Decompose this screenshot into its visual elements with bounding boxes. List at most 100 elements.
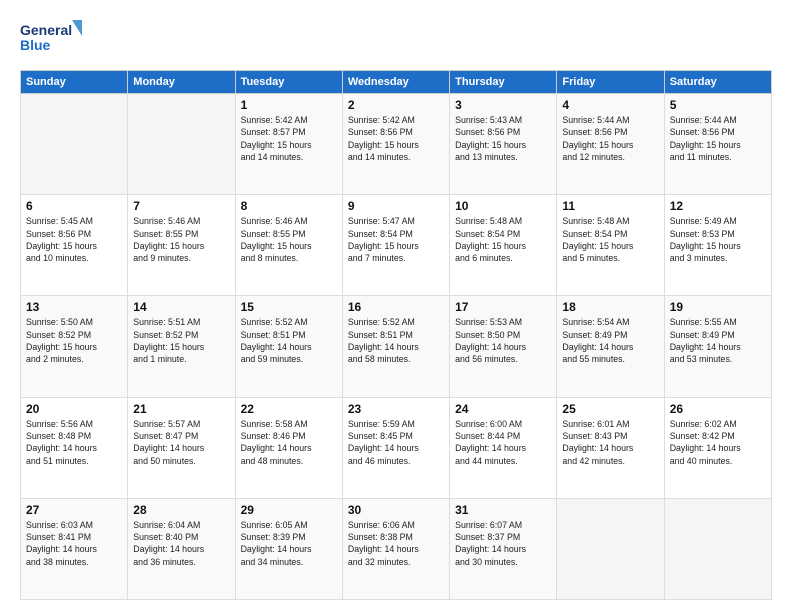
day-cell: 4 Sunrise: 5:44 AMSunset: 8:56 PMDaylight… xyxy=(557,94,664,195)
day-cell: 31 Sunrise: 6:07 AMSunset: 8:37 PMDayligh… xyxy=(450,498,557,599)
day-info: Sunrise: 5:45 AMSunset: 8:56 PMDaylight:… xyxy=(26,215,122,264)
day-number: 21 xyxy=(133,402,229,416)
day-cell: 12 Sunrise: 5:49 AMSunset: 8:53 PMDayligh… xyxy=(664,195,771,296)
day-cell: 20 Sunrise: 5:56 AMSunset: 8:48 PMDayligh… xyxy=(21,397,128,498)
day-number: 8 xyxy=(241,199,337,213)
day-info: Sunrise: 6:00 AMSunset: 8:44 PMDaylight:… xyxy=(455,418,551,467)
day-number: 10 xyxy=(455,199,551,213)
day-info: Sunrise: 5:57 AMSunset: 8:47 PMDaylight:… xyxy=(133,418,229,467)
week-row-5: 27 Sunrise: 6:03 AMSunset: 8:41 PMDayligh… xyxy=(21,498,772,599)
day-info: Sunrise: 5:42 AMSunset: 8:57 PMDaylight:… xyxy=(241,114,337,163)
day-cell xyxy=(557,498,664,599)
day-cell: 22Sunrise: 5:58 AMSunset: 8:46 PMDayligh… xyxy=(235,397,342,498)
day-info: Sunrise: 6:04 AMSunset: 8:40 PMDaylight:… xyxy=(133,519,229,568)
day-number: 26 xyxy=(670,402,766,416)
day-number: 13 xyxy=(26,300,122,314)
day-cell: 28 Sunrise: 6:04 AMSunset: 8:40 PMDayligh… xyxy=(128,498,235,599)
day-info: Sunrise: 5:44 AMSunset: 8:56 PMDaylight:… xyxy=(670,114,766,163)
day-number: 17 xyxy=(455,300,551,314)
day-number: 29 xyxy=(241,503,337,517)
day-info: Sunrise: 6:06 AMSunset: 8:38 PMDaylight:… xyxy=(348,519,444,568)
logo-svg: General Blue xyxy=(20,18,90,60)
day-cell: 15Sunrise: 5:52 AMSunset: 8:51 PMDayligh… xyxy=(235,296,342,397)
day-info: Sunrise: 6:01 AMSunset: 8:43 PMDaylight:… xyxy=(562,418,658,467)
day-info: Sunrise: 5:43 AMSunset: 8:56 PMDaylight:… xyxy=(455,114,551,163)
day-cell: 30 Sunrise: 6:06 AMSunset: 8:38 PMDayligh… xyxy=(342,498,449,599)
svg-text:Blue: Blue xyxy=(20,37,51,53)
day-info: Sunrise: 5:51 AMSunset: 8:52 PMDaylight:… xyxy=(133,316,229,365)
weekday-monday: Monday xyxy=(128,71,235,94)
day-number: 3 xyxy=(455,98,551,112)
week-row-3: 13 Sunrise: 5:50 AMSunset: 8:52 PMDayligh… xyxy=(21,296,772,397)
day-info: Sunrise: 5:59 AMSunset: 8:45 PMDaylight:… xyxy=(348,418,444,467)
day-number: 24 xyxy=(455,402,551,416)
day-cell: 5 Sunrise: 5:44 AMSunset: 8:56 PMDaylight… xyxy=(664,94,771,195)
day-info: Sunrise: 5:42 AMSunset: 8:56 PMDaylight:… xyxy=(348,114,444,163)
day-number: 30 xyxy=(348,503,444,517)
day-info: Sunrise: 5:53 AMSunset: 8:50 PMDaylight:… xyxy=(455,316,551,365)
day-info: Sunrise: 6:07 AMSunset: 8:37 PMDaylight:… xyxy=(455,519,551,568)
weekday-sunday: Sunday xyxy=(21,71,128,94)
week-row-4: 20 Sunrise: 5:56 AMSunset: 8:48 PMDayligh… xyxy=(21,397,772,498)
day-cell: 2 Sunrise: 5:42 AMSunset: 8:56 PMDaylight… xyxy=(342,94,449,195)
day-info: Sunrise: 5:48 AMSunset: 8:54 PMDaylight:… xyxy=(455,215,551,264)
day-cell: 11 Sunrise: 5:48 AMSunset: 8:54 PMDayligh… xyxy=(557,195,664,296)
day-number: 19 xyxy=(670,300,766,314)
day-cell: 17 Sunrise: 5:53 AMSunset: 8:50 PMDayligh… xyxy=(450,296,557,397)
day-number: 11 xyxy=(562,199,658,213)
day-cell xyxy=(128,94,235,195)
day-number: 5 xyxy=(670,98,766,112)
day-info: Sunrise: 6:03 AMSunset: 8:41 PMDaylight:… xyxy=(26,519,122,568)
day-cell: 25 Sunrise: 6:01 AMSunset: 8:43 PMDayligh… xyxy=(557,397,664,498)
day-cell: 1Sunrise: 5:42 AMSunset: 8:57 PMDaylight… xyxy=(235,94,342,195)
svg-text:General: General xyxy=(20,22,72,38)
day-number: 28 xyxy=(133,503,229,517)
day-cell: 24 Sunrise: 6:00 AMSunset: 8:44 PMDayligh… xyxy=(450,397,557,498)
weekday-friday: Friday xyxy=(557,71,664,94)
day-number: 9 xyxy=(348,199,444,213)
day-number: 22 xyxy=(241,402,337,416)
calendar-table: SundayMondayTuesdayWednesdayThursdayFrid… xyxy=(20,70,772,600)
day-number: 2 xyxy=(348,98,444,112)
day-number: 23 xyxy=(348,402,444,416)
day-number: 14 xyxy=(133,300,229,314)
day-number: 16 xyxy=(348,300,444,314)
day-info: Sunrise: 5:50 AMSunset: 8:52 PMDaylight:… xyxy=(26,316,122,365)
weekday-wednesday: Wednesday xyxy=(342,71,449,94)
day-cell: 19 Sunrise: 5:55 AMSunset: 8:49 PMDayligh… xyxy=(664,296,771,397)
day-info: Sunrise: 5:48 AMSunset: 8:54 PMDaylight:… xyxy=(562,215,658,264)
day-number: 31 xyxy=(455,503,551,517)
day-info: Sunrise: 5:55 AMSunset: 8:49 PMDaylight:… xyxy=(670,316,766,365)
day-number: 27 xyxy=(26,503,122,517)
day-info: Sunrise: 5:47 AMSunset: 8:54 PMDaylight:… xyxy=(348,215,444,264)
logo: General Blue xyxy=(20,18,90,60)
weekday-thursday: Thursday xyxy=(450,71,557,94)
day-number: 25 xyxy=(562,402,658,416)
day-cell: 10 Sunrise: 5:48 AMSunset: 8:54 PMDayligh… xyxy=(450,195,557,296)
day-info: Sunrise: 5:46 AMSunset: 8:55 PMDaylight:… xyxy=(241,215,337,264)
day-cell: 6 Sunrise: 5:45 AMSunset: 8:56 PMDaylight… xyxy=(21,195,128,296)
day-number: 4 xyxy=(562,98,658,112)
day-info: Sunrise: 5:44 AMSunset: 8:56 PMDaylight:… xyxy=(562,114,658,163)
day-number: 18 xyxy=(562,300,658,314)
day-cell: 18 Sunrise: 5:54 AMSunset: 8:49 PMDayligh… xyxy=(557,296,664,397)
day-info: Sunrise: 5:52 AMSunset: 8:51 PMDaylight:… xyxy=(241,316,337,365)
day-number: 20 xyxy=(26,402,122,416)
day-cell xyxy=(664,498,771,599)
day-cell: 13 Sunrise: 5:50 AMSunset: 8:52 PMDayligh… xyxy=(21,296,128,397)
day-info: Sunrise: 6:02 AMSunset: 8:42 PMDaylight:… xyxy=(670,418,766,467)
weekday-tuesday: Tuesday xyxy=(235,71,342,94)
day-info: Sunrise: 5:49 AMSunset: 8:53 PMDaylight:… xyxy=(670,215,766,264)
day-cell: 27 Sunrise: 6:03 AMSunset: 8:41 PMDayligh… xyxy=(21,498,128,599)
calendar-page: General Blue SundayMondayTuesdayWednesda… xyxy=(0,0,792,612)
weekday-saturday: Saturday xyxy=(664,71,771,94)
day-cell: 7Sunrise: 5:46 AMSunset: 8:55 PMDaylight… xyxy=(128,195,235,296)
day-cell: 21 Sunrise: 5:57 AMSunset: 8:47 PMDayligh… xyxy=(128,397,235,498)
day-cell: 29Sunrise: 6:05 AMSunset: 8:39 PMDayligh… xyxy=(235,498,342,599)
weekday-header-row: SundayMondayTuesdayWednesdayThursdayFrid… xyxy=(21,71,772,94)
day-cell: 9 Sunrise: 5:47 AMSunset: 8:54 PMDaylight… xyxy=(342,195,449,296)
day-number: 12 xyxy=(670,199,766,213)
day-number: 6 xyxy=(26,199,122,213)
day-info: Sunrise: 5:54 AMSunset: 8:49 PMDaylight:… xyxy=(562,316,658,365)
day-info: Sunrise: 5:56 AMSunset: 8:48 PMDaylight:… xyxy=(26,418,122,467)
